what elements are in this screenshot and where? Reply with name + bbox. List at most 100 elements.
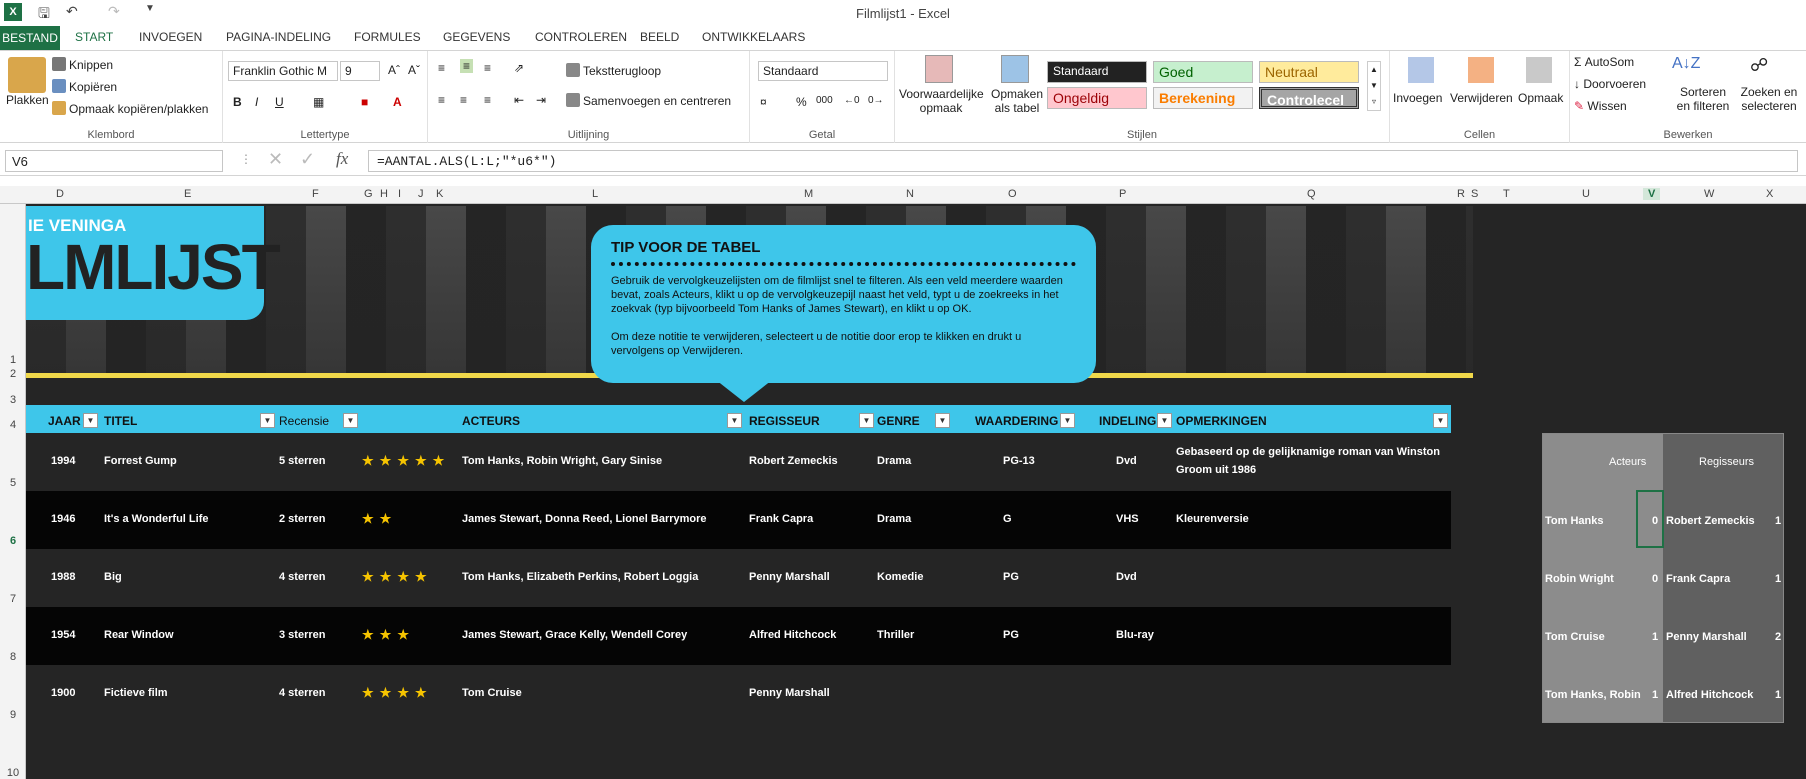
increase-indent-icon[interactable]: ⇥: [536, 93, 546, 107]
paste-button[interactable]: Plakken: [6, 93, 49, 107]
row-header-7[interactable]: 7: [0, 593, 26, 605]
enter-icon[interactable]: ✓: [300, 149, 315, 170]
style-neutraal[interactable]: Neutraal: [1259, 61, 1359, 83]
format-as-table-icon[interactable]: [1001, 55, 1029, 83]
row-header-3[interactable]: 3: [0, 394, 26, 406]
paste-icon[interactable]: [8, 57, 46, 93]
column-header-g[interactable]: G: [364, 188, 373, 200]
cut-button[interactable]: Knippen: [52, 57, 113, 72]
number-format-select[interactable]: Standaard: [758, 61, 888, 81]
italic-button[interactable]: I: [255, 95, 258, 109]
underline-button[interactable]: U: [275, 95, 284, 109]
font-size-select[interactable]: 9: [340, 61, 380, 81]
conditional-format-button[interactable]: Voorwaardelijke opmaak: [899, 87, 984, 115]
style-controlecel[interactable]: Controlecel: [1259, 87, 1359, 109]
column-header-d[interactable]: D: [56, 188, 64, 200]
tab-beeld[interactable]: BEELD: [640, 30, 679, 44]
style-berekening[interactable]: Berekening: [1153, 87, 1253, 109]
column-header-p[interactable]: P: [1119, 188, 1126, 200]
filter-recensie-icon[interactable]: ▼: [343, 413, 358, 428]
bold-button[interactable]: B: [233, 95, 242, 109]
increase-decimal-icon[interactable]: ←0: [844, 95, 860, 106]
align-left-icon[interactable]: ≡: [438, 93, 445, 107]
insert-cells-button[interactable]: Invoegen: [1393, 91, 1442, 105]
format-cells-button[interactable]: Opmaak: [1518, 91, 1563, 105]
cancel-icon[interactable]: ✕: [268, 149, 283, 170]
find-binoculars-icon[interactable]: ☍: [1750, 55, 1768, 76]
tip-callout[interactable]: TIP VOOR DE TABEL Gebruik de vervolgkeuz…: [591, 225, 1096, 383]
conditional-format-icon[interactable]: [925, 55, 953, 83]
name-box[interactable]: V6: [5, 150, 223, 172]
format-cells-icon[interactable]: [1526, 57, 1552, 83]
decrease-indent-icon[interactable]: ⇤: [514, 93, 524, 107]
column-header-j[interactable]: J: [418, 188, 424, 200]
row-header-10[interactable]: 10: [0, 767, 26, 779]
align-right-icon[interactable]: ≡: [484, 93, 491, 107]
tab-bestand[interactable]: BESTAND: [0, 26, 60, 50]
column-header-s[interactable]: S: [1471, 188, 1478, 200]
column-header-t[interactable]: T: [1503, 188, 1510, 200]
filter-jaar-icon[interactable]: ▼: [83, 413, 98, 428]
tab-invoegen[interactable]: INVOEGEN: [139, 30, 202, 44]
column-header-m[interactable]: M: [804, 188, 813, 200]
currency-icon[interactable]: ¤: [760, 95, 767, 109]
filter-titel-icon[interactable]: ▼: [260, 413, 275, 428]
delete-cells-icon[interactable]: [1468, 57, 1494, 83]
table-row[interactable]: 1900 Fictieve film 4 sterren Tom Cruise Penn…: [26, 665, 1451, 723]
autosum-button[interactable]: Σ AutoSom: [1574, 55, 1634, 69]
column-header-u[interactable]: U: [1582, 188, 1590, 200]
clear-button[interactable]: ✎ Wissen: [1574, 99, 1627, 113]
filter-indeling-icon[interactable]: ▼: [1157, 413, 1172, 428]
row-header-4[interactable]: 4: [0, 419, 26, 431]
shrink-font-icon[interactable]: Aˇ: [408, 63, 420, 77]
column-header-h[interactable]: H: [380, 188, 388, 200]
find-select-button[interactable]: Zoeken en selecteren: [1738, 85, 1800, 113]
table-row[interactable]: 1954 Rear Window 3 sterren James Stewart, G…: [26, 607, 1451, 665]
column-header-w[interactable]: W: [1704, 188, 1714, 200]
formula-input[interactable]: =AANTAL.ALS(L:L;"*u6*"): [368, 150, 1798, 172]
style-ongeldig[interactable]: Ongeldig: [1047, 87, 1147, 109]
thousands-button[interactable]: 000: [816, 95, 833, 106]
merge-center-button[interactable]: Samenvoegen en centreren: [566, 93, 731, 108]
insert-cells-icon[interactable]: [1408, 57, 1434, 83]
styles-scroll-icon[interactable]: ▲ ▼ ▿: [1367, 61, 1381, 111]
tab-gegevens[interactable]: GEGEVENS: [443, 30, 510, 44]
tab-formules[interactable]: FORMULES: [354, 30, 421, 44]
column-header-r[interactable]: R: [1457, 188, 1465, 200]
align-center-icon[interactable]: ≡: [460, 93, 467, 107]
percent-button[interactable]: %: [796, 95, 807, 109]
filter-opmerkingen-icon[interactable]: ▼: [1433, 413, 1448, 428]
filter-waardering-icon[interactable]: ▼: [1060, 413, 1075, 428]
row-header-5[interactable]: 5: [0, 477, 26, 489]
tab-controleren[interactable]: CONTROLEREN: [535, 30, 627, 44]
table-row[interactable]: 1946 It's a Wonderful Life 2 sterren James …: [26, 491, 1451, 549]
column-header-n[interactable]: N: [906, 188, 914, 200]
column-header-i[interactable]: I: [398, 188, 401, 200]
column-header-l[interactable]: L: [592, 188, 598, 200]
align-top-icon[interactable]: ≡: [438, 61, 445, 75]
fill-color-icon[interactable]: ■: [361, 95, 368, 109]
filter-genre-icon[interactable]: ▼: [935, 413, 950, 428]
fill-button[interactable]: ↓ Doorvoeren: [1574, 77, 1646, 91]
row-header-1[interactable]: 1: [0, 354, 26, 366]
column-header-k[interactable]: K: [436, 188, 443, 200]
style-goed[interactable]: Goed: [1153, 61, 1253, 83]
row-header-8[interactable]: 8: [0, 651, 26, 663]
style-standaard[interactable]: Standaard: [1047, 61, 1147, 83]
border-icon[interactable]: ▦: [313, 95, 324, 109]
row-header-6[interactable]: 6: [0, 535, 26, 547]
delete-cells-button[interactable]: Verwijderen: [1450, 91, 1513, 105]
font-name-select[interactable]: Franklin Gothic M: [228, 61, 338, 81]
align-middle-icon[interactable]: ≡: [460, 59, 474, 73]
orientation-icon[interactable]: ⇗: [514, 61, 524, 75]
tab-ontwikkelaars[interactable]: ONTWIKKELAARS: [702, 30, 805, 44]
sort-filter-button[interactable]: Sorteren en filteren: [1672, 85, 1734, 113]
sort-filter-icon[interactable]: A↓Z: [1672, 55, 1700, 73]
filter-acteurs-icon[interactable]: ▼: [727, 413, 742, 428]
column-header-q[interactable]: Q: [1307, 188, 1316, 200]
worksheet[interactable]: IE VENINGA LMLIJST TIP VOOR DE TABEL Geb…: [26, 204, 1806, 779]
fx-icon[interactable]: fx: [336, 149, 348, 169]
table-row[interactable]: 1994 Forrest Gump 5 sterren Tom Hanks, Robi…: [26, 433, 1451, 491]
format-painter-button[interactable]: Opmaak kopiëren/plakken: [52, 101, 208, 116]
column-header-e[interactable]: E: [184, 188, 191, 200]
